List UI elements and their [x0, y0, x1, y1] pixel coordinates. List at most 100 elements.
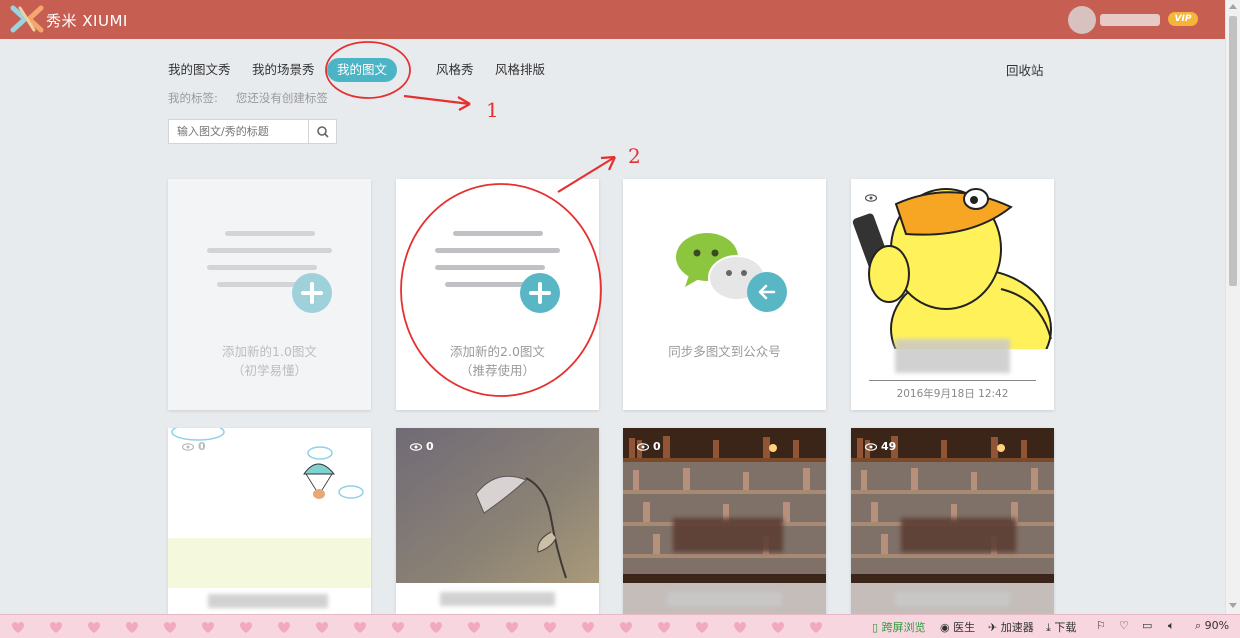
- heart-decoration: [430, 622, 442, 633]
- username-blurred[interactable]: [1100, 14, 1160, 26]
- scrollbar[interactable]: [1225, 0, 1240, 614]
- heart-decoration: [354, 622, 366, 633]
- view-count-value: 0: [653, 440, 661, 453]
- heart-decoration: [202, 622, 214, 633]
- annotation-arrow-1: [403, 94, 471, 106]
- tab-my-picture-show[interactable]: 我的图文秀: [168, 58, 231, 82]
- heart-decoration: [544, 622, 556, 633]
- vip-badge: VIP: [1168, 12, 1198, 26]
- zoom-control[interactable]: ⌕ 90%: [1195, 619, 1229, 633]
- blurred-title: [440, 592, 555, 606]
- accelerator-label: 加速器: [1000, 621, 1034, 634]
- article-card[interactable]: 0: [168, 428, 371, 614]
- view-count: [864, 191, 881, 204]
- volume-icon[interactable]: 🔈︎: [1168, 619, 1175, 633]
- zoom-label: 90%: [1204, 619, 1230, 632]
- tab-my-scene-show[interactable]: 我的场景秀: [252, 58, 315, 82]
- flag-icon[interactable]: ⚐: [1096, 619, 1106, 632]
- eye-icon: [636, 443, 650, 451]
- search-input[interactable]: [169, 120, 309, 143]
- flower-cover-image: [396, 428, 599, 614]
- sync-wechat-card[interactable]: 同步多图文到公众号: [623, 179, 826, 410]
- card-title: 添加新的2.0图文: [450, 344, 545, 359]
- top-header: 秀米 XIUMI VIP: [0, 0, 1226, 39]
- cross-screen-button[interactable]: ▯ 跨屏浏览: [872, 619, 926, 635]
- blurred-title: [208, 594, 328, 608]
- title-divider: [869, 380, 1036, 381]
- card-subtitle: （推荐使用）: [459, 363, 535, 378]
- logo-icon[interactable]: [10, 5, 44, 33]
- heart-decoration: [164, 622, 176, 633]
- eye-icon: [181, 443, 195, 451]
- heart-decoration: [620, 622, 632, 633]
- heart-decoration: [88, 622, 100, 633]
- heart-decoration: [12, 622, 24, 633]
- heart-decoration: [658, 622, 670, 633]
- avatar[interactable]: [1068, 6, 1096, 34]
- heart-decoration: [696, 622, 708, 633]
- article-card[interactable]: 49: [851, 428, 1054, 614]
- blurred-subtitle: [895, 592, 1010, 606]
- download-button[interactable]: ⤓ 下载: [1046, 619, 1076, 635]
- article-date: 2016年9月18日 12:42: [896, 388, 1009, 400]
- doctor-label: 医生: [953, 621, 976, 634]
- card-title: 添加新的1.0图文: [222, 344, 317, 359]
- blurred-title: [673, 518, 783, 552]
- add-article-1-card[interactable]: 添加新的1.0图文 （初学易懂）: [168, 179, 371, 410]
- tags-label: 我的标签:: [168, 91, 218, 105]
- cross-screen-label: 跨屏浏览: [881, 621, 926, 634]
- plus-icon: [520, 273, 560, 313]
- heart-decoration: [278, 622, 290, 633]
- card-subtitle: （初学易懂）: [231, 363, 307, 378]
- heart-decoration: [468, 622, 480, 633]
- duck-cover-image: [851, 179, 1054, 349]
- heart-decoration: [582, 622, 594, 633]
- heart-decoration: [50, 622, 62, 633]
- heart-decoration: [240, 622, 252, 633]
- heart-decoration: [734, 622, 746, 633]
- blurred-subtitle: [667, 592, 782, 606]
- view-count: 0: [409, 440, 434, 453]
- view-count-value: 0: [426, 440, 434, 453]
- back-arrow-icon: [747, 272, 787, 312]
- view-count: 0: [636, 440, 661, 453]
- scroll-down-arrow[interactable]: [1229, 603, 1237, 608]
- heart-decoration: [810, 622, 822, 633]
- view-count-value: 49: [881, 440, 897, 453]
- heart-decoration: [126, 622, 138, 633]
- eye-icon: [864, 443, 878, 451]
- doctor-button[interactable]: ◉ 医生: [940, 619, 975, 635]
- plus-icon: [292, 273, 332, 313]
- article-card[interactable]: 0: [396, 428, 599, 614]
- balloon-cover-image: [168, 428, 371, 614]
- eye-icon: [409, 443, 423, 451]
- accelerator-button[interactable]: ✈ 加速器: [988, 619, 1034, 635]
- view-count: 49: [864, 440, 897, 453]
- heart-icon[interactable]: ♡: [1119, 619, 1129, 632]
- heart-decoration: [772, 622, 784, 633]
- heart-decoration: [316, 622, 328, 633]
- window-icon[interactable]: ▭: [1142, 619, 1152, 632]
- tab-style-layout[interactable]: 风格排版: [495, 58, 545, 82]
- view-count-value: 0: [198, 440, 206, 453]
- logo-text[interactable]: 秀米 XIUMI: [46, 10, 128, 31]
- tag-row: 我的标签: 您还没有创建标签: [168, 90, 346, 106]
- heart-pattern: [12, 622, 822, 633]
- eye-icon: [864, 194, 878, 202]
- recycle-bin-link[interactable]: 回收站: [1006, 60, 1044, 79]
- view-count: 0: [181, 440, 206, 453]
- blurred-title: [895, 339, 1010, 373]
- search-button[interactable]: [308, 120, 336, 143]
- article-card[interactable]: 2016年9月18日 12:42: [851, 179, 1054, 410]
- annotation-number-2: 2: [628, 144, 641, 168]
- article-card[interactable]: 0: [623, 428, 826, 614]
- tab-my-articles[interactable]: 我的图文: [327, 58, 398, 82]
- scroll-up-arrow[interactable]: [1229, 4, 1237, 9]
- card-title: 同步多图文到公众号: [668, 344, 781, 359]
- tab-style-show[interactable]: 风格秀: [436, 58, 474, 82]
- scroll-thumb[interactable]: [1229, 16, 1237, 286]
- add-article-2-card[interactable]: 添加新的2.0图文 （推荐使用）: [396, 179, 599, 410]
- search-icon: [317, 126, 329, 138]
- browser-status-bar: ▯ 跨屏浏览 ◉ 医生 ✈ 加速器 ⤓ 下载 ⚐ ♡ ▭ 🔈︎ ⌕ 90%: [0, 614, 1240, 638]
- download-label: 下载: [1054, 621, 1077, 634]
